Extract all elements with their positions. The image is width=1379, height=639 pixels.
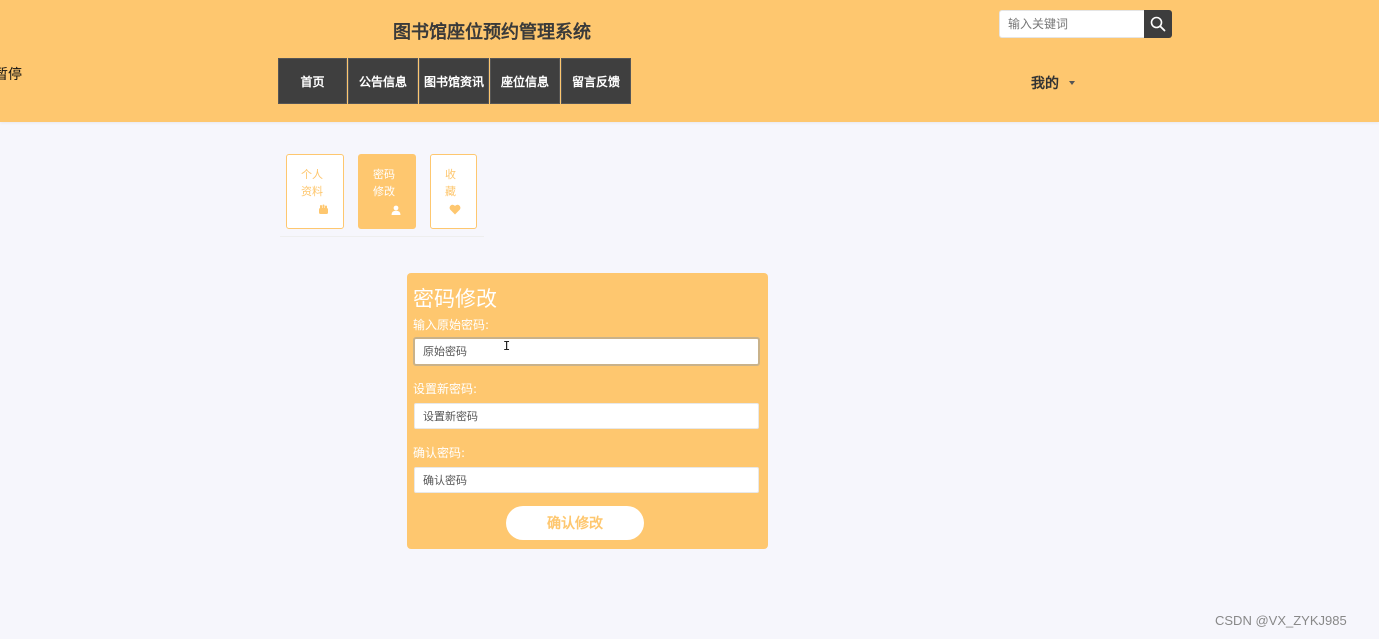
new-password-field[interactable] <box>414 403 759 429</box>
tab-profile-label: 个人资料 <box>301 168 323 198</box>
user-menu[interactable]: 我的 <box>1031 73 1075 93</box>
watermark: CSDN @VX_ZYKJ985 <box>1215 613 1347 628</box>
nav-item-home[interactable]: 首页 <box>278 58 347 104</box>
top-header: 图书馆座位预约管理系统 暂停 首页 公告信息 图书馆资讯 座位信息 留言反馈 我… <box>0 0 1379 122</box>
confirm-password-field[interactable] <box>414 467 759 493</box>
search-input[interactable] <box>999 10 1144 38</box>
nav-item-seat-info[interactable]: 座位信息 <box>490 58 560 104</box>
old-password-label: 输入原始密码: <box>413 318 490 332</box>
site-title: 图书馆座位预约管理系统 <box>393 22 591 43</box>
marquee-notice[interactable]: 暂停 <box>0 64 22 84</box>
main-nav: 首页 公告信息 图书馆资讯 座位信息 留言反馈 <box>278 58 632 104</box>
form-title: 密码修改 <box>413 287 497 311</box>
confirm-change-button[interactable]: 确认修改 <box>506 506 644 540</box>
search-button[interactable] <box>1144 10 1172 38</box>
old-password-field[interactable] <box>413 337 760 366</box>
user-icon <box>391 205 401 215</box>
account-tabs: 个人资料 密码修改 收藏 <box>280 148 484 237</box>
heart-icon <box>449 204 461 215</box>
tab-password[interactable]: 密码修改 <box>358 154 416 229</box>
tab-password-label: 密码修改 <box>373 168 395 198</box>
tab-profile[interactable]: 个人资料 <box>286 154 344 229</box>
new-password-label: 设置新密码: <box>413 382 478 396</box>
nav-item-library-news[interactable]: 图书馆资讯 <box>419 58 489 104</box>
confirm-password-label: 确认密码: <box>413 446 466 460</box>
search-icon <box>1150 16 1166 32</box>
user-menu-label: 我的 <box>1031 76 1059 92</box>
nav-item-feedback[interactable]: 留言反馈 <box>561 58 631 104</box>
text-cursor-icon: I <box>503 339 511 353</box>
tab-favorites-label: 收藏 <box>445 168 456 198</box>
password-form: 密码修改 输入原始密码: I 设置新密码: 确认密码: 确认修改 <box>407 273 768 549</box>
hand-icon <box>319 204 328 214</box>
nav-item-announcements[interactable]: 公告信息 <box>348 58 418 104</box>
caret-down-icon <box>1069 81 1075 85</box>
tab-favorites[interactable]: 收藏 <box>430 154 477 229</box>
search-bar <box>999 10 1172 38</box>
